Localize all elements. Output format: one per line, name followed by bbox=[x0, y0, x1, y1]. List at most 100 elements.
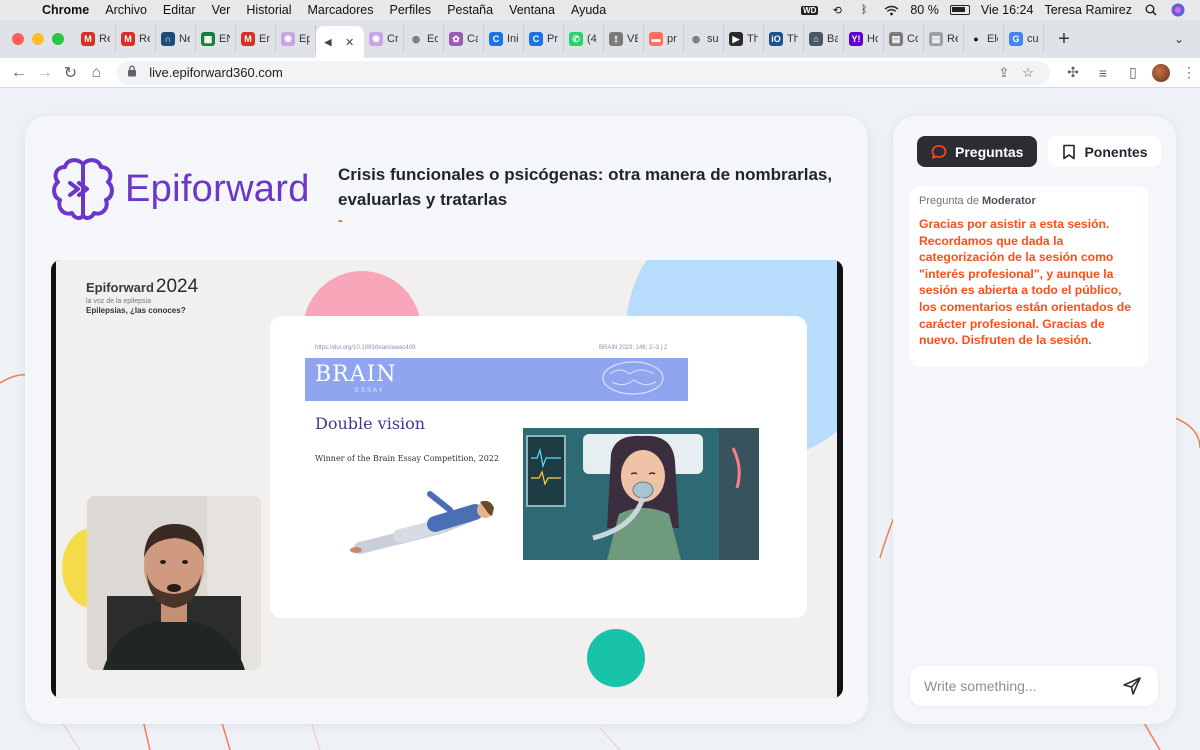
zoom-window-button[interactable] bbox=[52, 33, 64, 45]
browser-tab[interactable]: ⟟ VE bbox=[604, 25, 644, 53]
menu-editar[interactable]: Editar bbox=[155, 3, 204, 17]
macos-menubar: Chrome Archivo Editar Ver Historial Marc… bbox=[0, 0, 1200, 20]
home-button[interactable]: ⌂ bbox=[83, 64, 109, 82]
video-player[interactable]: Epiforward 2024 la voz de la epilepsia Ep… bbox=[51, 260, 843, 698]
tab-label: Pr bbox=[547, 33, 558, 45]
tab-label: Ba bbox=[827, 33, 838, 45]
browser-tab[interactable]: ● Ele bbox=[964, 25, 1004, 53]
wd-drive-icon[interactable]: WD bbox=[801, 5, 819, 15]
browser-tab[interactable]: Y! Ho bbox=[844, 25, 884, 53]
bluetooth-icon[interactable]: ᛒ bbox=[856, 4, 872, 16]
browser-tab[interactable]: Gcu bbox=[1004, 25, 1044, 53]
back-button[interactable]: ← bbox=[6, 64, 32, 82]
menu-historial[interactable]: Historial bbox=[238, 3, 299, 17]
whatsapp-icon: ✆ bbox=[569, 32, 583, 46]
menu-marcadores[interactable]: Marcadores bbox=[300, 3, 382, 17]
browser-tab[interactable]: ⌂ Ba bbox=[804, 25, 844, 53]
speaker-icon: ◀ bbox=[324, 36, 332, 47]
time-machine-icon[interactable]: ⟲ bbox=[829, 4, 845, 17]
tab-label: Ca bbox=[467, 33, 478, 45]
browser-tab[interactable]: ◍ Ed bbox=[404, 25, 444, 53]
tab-label: Ele bbox=[987, 33, 998, 45]
tab-label: Co bbox=[907, 33, 918, 45]
slide-brand: Epiforward bbox=[86, 280, 154, 295]
clock[interactable]: Vie 16:24 bbox=[981, 3, 1034, 17]
minimize-window-button[interactable] bbox=[32, 33, 44, 45]
browser-tab[interactable]: ✺ Ep bbox=[276, 25, 316, 53]
question-input[interactable] bbox=[924, 678, 1120, 694]
questions-panel: Preguntas Ponentes Pregunta de Moderator… bbox=[893, 116, 1176, 724]
menu-perfiles[interactable]: Perfiles bbox=[382, 3, 440, 17]
essay-subtitle: Winner of the Brain Essay Competition, 2… bbox=[315, 454, 499, 463]
wifi-icon[interactable] bbox=[883, 4, 899, 16]
tab-label: su bbox=[707, 33, 718, 45]
tab-label: cu bbox=[1027, 33, 1038, 45]
bookmark-icon bbox=[1063, 144, 1076, 159]
share-icon[interactable]: ⇪ bbox=[992, 65, 1016, 81]
bookmark-star-icon[interactable]: ☆ bbox=[1016, 65, 1040, 81]
browser-tab[interactable]: ▶ Th bbox=[724, 25, 764, 53]
gmail-icon: M bbox=[81, 32, 95, 46]
tab-ponentes[interactable]: Ponentes bbox=[1048, 136, 1162, 167]
sheets-icon: ▦ bbox=[201, 32, 215, 46]
menu-pestana[interactable]: Pestaña bbox=[439, 3, 501, 17]
browser-tab[interactable]: ▤ Re bbox=[924, 25, 964, 53]
menu-ayuda[interactable]: Ayuda bbox=[563, 3, 614, 17]
more-menu-icon[interactable]: ⋮ bbox=[1178, 64, 1200, 81]
browser-tab[interactable]: ◍ su bbox=[684, 25, 724, 53]
browser-tab[interactable]: M Re bbox=[76, 25, 116, 53]
browser-tab[interactable]: M Re bbox=[116, 25, 156, 53]
menu-ventana[interactable]: Ventana bbox=[501, 3, 563, 17]
user-name[interactable]: Teresa Ramirez bbox=[1044, 3, 1132, 17]
tab-label: Ho bbox=[867, 33, 878, 45]
media-queue-icon[interactable]: ≡ bbox=[1092, 65, 1114, 81]
browser-tab[interactable]: C Ini bbox=[484, 25, 524, 53]
menu-archivo[interactable]: Archivo bbox=[97, 3, 155, 17]
epiforward-icon: ✺ bbox=[369, 32, 383, 46]
browser-tab[interactable]: ▤ Co bbox=[884, 25, 924, 53]
browser-tab[interactable]: C Pr bbox=[524, 25, 564, 53]
browser-tab[interactable]: ▦ EN bbox=[196, 25, 236, 53]
browser-tab[interactable]: ✺ Cr bbox=[364, 25, 404, 53]
lock-icon[interactable] bbox=[127, 65, 141, 80]
chat-bubble-icon bbox=[931, 144, 947, 159]
tab-label: Ed bbox=[427, 33, 438, 45]
close-tab-icon[interactable]: ✕ bbox=[345, 36, 354, 49]
siri-icon[interactable] bbox=[1170, 3, 1186, 17]
browser-tab[interactable]: iO Th bbox=[764, 25, 804, 53]
menu-ver[interactable]: Ver bbox=[204, 3, 239, 17]
spotlight-search-icon[interactable] bbox=[1143, 4, 1159, 16]
close-window-button[interactable] bbox=[12, 33, 24, 45]
apple-icon: ● bbox=[973, 34, 979, 44]
reload-button[interactable]: ↻ bbox=[58, 63, 84, 83]
tab-label: Ne bbox=[179, 33, 190, 45]
forward-button[interactable]: → bbox=[32, 64, 58, 82]
epiforward-logo[interactable]: Epiforward bbox=[51, 154, 321, 224]
profile-avatar[interactable] bbox=[1152, 63, 1170, 82]
tab-search-chevron-icon[interactable]: ⌄ bbox=[1174, 32, 1200, 46]
browser-tab[interactable]: ✆ (4 bbox=[564, 25, 604, 53]
speaker-video-thumbnail[interactable] bbox=[87, 496, 261, 670]
battery-icon[interactable] bbox=[949, 5, 970, 15]
menu-chrome[interactable]: Chrome bbox=[34, 3, 97, 17]
browser-tab[interactable]: ✿ Ca bbox=[444, 25, 484, 53]
sheet-icon: ▤ bbox=[889, 32, 903, 46]
address-bar[interactable]: live.epiforward360.com ⇪ ☆ bbox=[117, 60, 1050, 85]
browser-tab[interactable]: ▬ pr bbox=[644, 25, 684, 53]
side-panel-icon[interactable]: ▯ bbox=[1122, 64, 1144, 81]
slide-epiforward-logo: Epiforward 2024 la voz de la epilepsia Ep… bbox=[86, 276, 226, 315]
inbox-icon: ⌂ bbox=[809, 32, 823, 46]
decor-circle-teal bbox=[587, 629, 645, 687]
title-separator: - bbox=[338, 212, 343, 228]
speaker-portrait bbox=[87, 496, 261, 670]
browser-tab[interactable]: ◀ ✕ bbox=[316, 26, 364, 58]
browser-tab[interactable]: ∩ Ne bbox=[156, 25, 196, 53]
new-tab-button[interactable]: + bbox=[1050, 28, 1078, 51]
message-header: Pregunta de Moderator bbox=[919, 195, 1139, 207]
send-icon[interactable] bbox=[1120, 674, 1144, 698]
extensions-puzzle-icon[interactable]: ✣ bbox=[1062, 64, 1084, 81]
tab-preguntas[interactable]: Preguntas bbox=[917, 136, 1038, 167]
canva-icon: ✿ bbox=[449, 32, 463, 46]
browser-tab[interactable]: M En bbox=[236, 25, 276, 53]
url-text[interactable]: live.epiforward360.com bbox=[149, 65, 992, 80]
